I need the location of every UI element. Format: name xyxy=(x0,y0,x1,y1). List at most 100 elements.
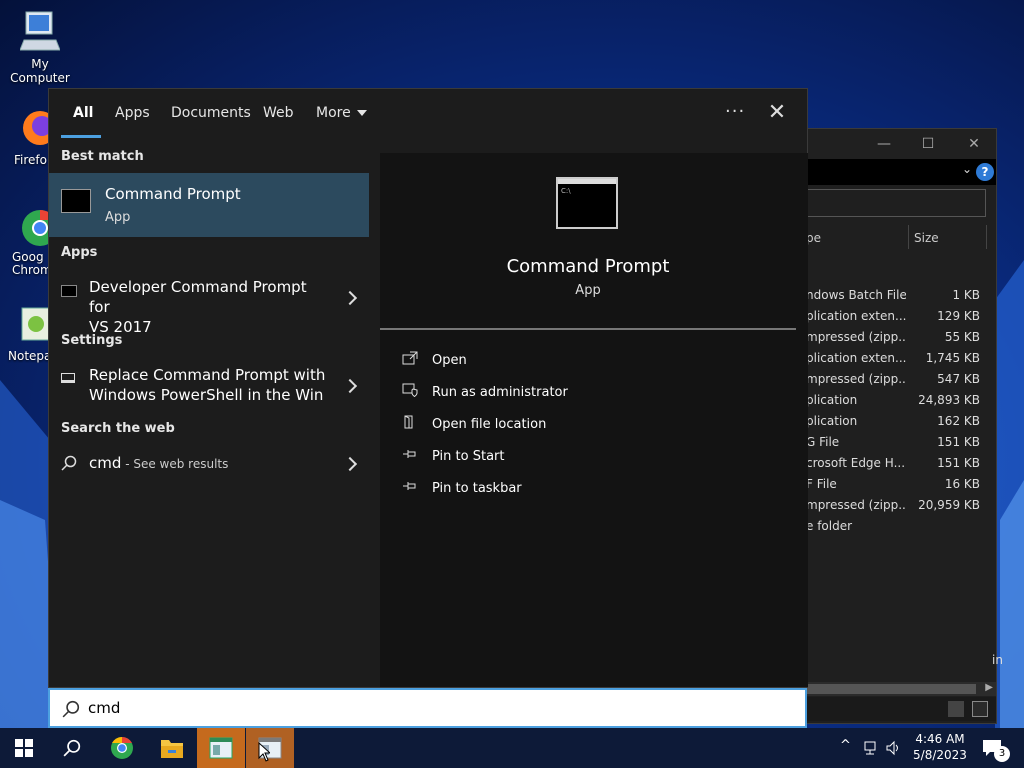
table-row[interactable]: F File 16 KB xyxy=(806,474,996,495)
list-item-label: cmd - See web results xyxy=(89,453,329,474)
list-item-web-search[interactable]: cmd - See web results xyxy=(49,451,369,495)
desktop-icon-label: My Computer xyxy=(10,57,70,85)
file-size-cell: 1,745 KB xyxy=(925,351,980,365)
large-icons-view-button[interactable] xyxy=(972,701,988,717)
best-match-subtitle: App xyxy=(105,210,131,225)
close-window-button[interactable]: ✕ xyxy=(964,135,984,153)
network-icon[interactable] xyxy=(864,740,880,756)
action-run-as-administrator[interactable]: Run as administrator xyxy=(402,379,782,407)
file-size-cell: 55 KB xyxy=(944,330,980,344)
list-item-label: Replace Command Prompt with Windows Powe… xyxy=(89,366,326,404)
action-center-button[interactable]: 3 xyxy=(980,736,1010,762)
computer-icon xyxy=(19,11,61,51)
tab-web[interactable]: Web xyxy=(263,105,294,121)
file-type-cell: plication xyxy=(806,393,858,407)
best-match-heading: Best match xyxy=(61,149,144,164)
table-row[interactable]: G File 151 KB xyxy=(806,432,996,453)
file-type-cell: mpressed (zipp... xyxy=(806,372,906,386)
file-type-cell: e folder xyxy=(806,519,853,533)
result-preview-pane: C:\ Command Prompt App Open Run as admin… xyxy=(380,153,808,687)
tab-all[interactable]: All xyxy=(73,105,93,121)
start-button[interactable] xyxy=(0,728,48,768)
chevron-right-icon[interactable] xyxy=(342,456,358,472)
taskbar-file-explorer[interactable] xyxy=(148,728,196,768)
list-item-label: Developer Command Prompt for VS 2017 xyxy=(89,278,307,336)
file-explorer-window[interactable]: — ☐ ✕ ⌄ ? pe Size ndows Batch File 1 KB pl… xyxy=(805,128,997,724)
admin-shield-icon xyxy=(402,383,418,397)
explorer-address-field[interactable] xyxy=(806,189,986,217)
clock-time: 4:46 AM xyxy=(915,732,965,746)
taskbar-app-2[interactable] xyxy=(246,728,294,768)
search-filter-tabs: All Apps Documents Web More ··· ✕ xyxy=(49,89,807,138)
file-size-cell: 547 KB xyxy=(937,372,980,386)
table-row[interactable]: crosoft Edge H... 151 KB xyxy=(806,453,996,474)
details-view-button[interactable] xyxy=(948,701,964,717)
taskbar-chrome[interactable] xyxy=(98,728,146,768)
desktop-icon-my-computer[interactable]: My Computer xyxy=(0,10,80,85)
taskbar-clock[interactable]: 4:46 AM 5/8/2023 xyxy=(910,731,970,763)
explorer-file-list: ndows Batch File 1 KB plication exten... 12… xyxy=(806,285,996,537)
taskbar-app-1[interactable] xyxy=(197,728,245,768)
explorer-ribbon-bar: ⌄ ? xyxy=(806,159,996,185)
maximize-button[interactable]: ☐ xyxy=(918,135,938,153)
file-type-cell: G File xyxy=(806,435,840,449)
file-type-cell: plication exten... xyxy=(806,351,906,365)
file-type-cell: plication xyxy=(806,414,858,428)
help-icon[interactable]: ? xyxy=(976,163,994,181)
file-size-cell: 151 KB xyxy=(937,456,980,470)
column-type[interactable]: pe xyxy=(806,231,821,245)
chevron-right-icon[interactable]: ▶ xyxy=(985,682,993,693)
pin-icon xyxy=(403,482,416,490)
action-open-file-location[interactable]: Open file location xyxy=(402,411,782,439)
chevron-right-icon[interactable] xyxy=(342,378,358,394)
action-pin-to-taskbar[interactable]: Pin to taskbar xyxy=(402,475,782,503)
table-row[interactable]: e folder xyxy=(806,516,996,537)
search-query-text: cmd xyxy=(88,699,121,717)
apps-heading: Apps xyxy=(61,245,98,260)
settings-heading: Settings xyxy=(61,333,123,348)
best-match-title: Command Prompt xyxy=(105,185,241,203)
file-type-cell: crosoft Edge H... xyxy=(806,456,906,470)
scrollbar-thumb[interactable] xyxy=(806,684,976,694)
search-web-heading: Search the web xyxy=(61,421,175,436)
taskbar-search-input[interactable]: cmd xyxy=(48,688,807,728)
table-row[interactable]: plication 24,893 KB xyxy=(806,390,996,411)
file-size-cell: 1 KB xyxy=(952,288,980,302)
taskbar-search-button[interactable] xyxy=(48,728,96,768)
close-icon[interactable]: ✕ xyxy=(765,101,789,125)
best-match-item[interactable]: Command Prompt App xyxy=(49,173,369,237)
web-results-suffix: - See web results xyxy=(121,457,229,471)
minimize-button[interactable]: — xyxy=(874,135,894,153)
table-row[interactable]: plication exten... 129 KB xyxy=(806,306,996,327)
tab-apps[interactable]: Apps xyxy=(115,105,150,121)
start-search-panel[interactable]: All Apps Documents Web More ··· ✕ Best m… xyxy=(48,88,808,688)
file-type-cell: mpressed (zipp... xyxy=(806,498,906,512)
pin-icon xyxy=(403,450,416,458)
search-results-list: Best match Command Prompt App Apps Devel… xyxy=(49,145,369,687)
list-item-developer-command-prompt[interactable]: Developer Command Prompt for VS 2017 xyxy=(49,277,369,336)
table-row[interactable]: plication exten... 1,745 KB xyxy=(806,348,996,369)
window-app-icon xyxy=(209,737,233,759)
table-row[interactable]: mpressed (zipp... 55 KB xyxy=(806,327,996,348)
tab-documents[interactable]: Documents xyxy=(171,105,251,121)
taskbar: ^ 4:46 AM 5/8/2023 3 xyxy=(0,728,1024,768)
list-item-replace-powershell[interactable]: Replace Command Prompt with Windows Powe… xyxy=(49,365,369,409)
tab-more[interactable]: More xyxy=(316,105,367,121)
table-row[interactable]: mpressed (zipp... 20,959 KB xyxy=(806,495,996,516)
horizontal-scrollbar[interactable]: ▶ xyxy=(806,682,996,696)
volume-icon[interactable] xyxy=(886,740,902,756)
column-size[interactable]: Size xyxy=(914,231,939,245)
table-row[interactable]: ndows Batch File 1 KB xyxy=(806,285,996,306)
table-row[interactable]: mpressed (zipp... 547 KB xyxy=(806,369,996,390)
command-prompt-icon xyxy=(61,189,91,213)
file-size-cell: 162 KB xyxy=(937,414,980,428)
file-type-cell: F File xyxy=(806,477,837,491)
chevron-right-icon[interactable] xyxy=(342,290,358,306)
mouse-cursor-icon xyxy=(258,742,270,762)
more-options-icon[interactable]: ··· xyxy=(725,101,745,122)
chevron-up-icon[interactable]: ^ xyxy=(840,738,851,753)
chevron-down-icon[interactable]: ⌄ xyxy=(962,162,972,176)
table-row[interactable]: plication 162 KB xyxy=(806,411,996,432)
action-open[interactable]: Open xyxy=(402,347,782,375)
action-pin-to-start[interactable]: Pin to Start xyxy=(402,443,782,471)
